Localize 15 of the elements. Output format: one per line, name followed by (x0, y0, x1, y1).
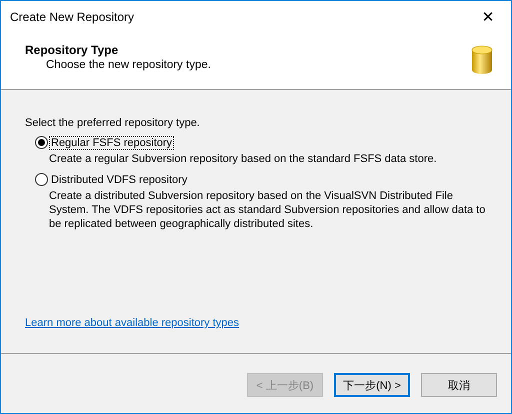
radio-button[interactable] (35, 136, 48, 149)
option-description: Create a distributed Subversion repository based on the VisualSVN Distributed File System. The VDFS repositories act as standard Subversion repositories and allow data to be replicated between geographically distributed sites. (49, 189, 486, 231)
radio-label[interactable]: Regular FSFS repository (50, 136, 174, 148)
close-button[interactable]: ✕ (465, 1, 511, 32)
page-subtitle: Choose the new repository type. (45, 59, 211, 71)
window-title: Create New Repository (10, 10, 134, 24)
learn-more-link[interactable]: Learn more about available repository types (25, 317, 491, 329)
prompt-text: Select the preferred repository type. (25, 117, 201, 129)
next-button[interactable]: 下一步(N) > (334, 373, 410, 397)
option-description: Create a regular Subversion repository based on the standard FSFS data store. (49, 152, 438, 166)
radio-label[interactable]: Distributed VDFS repository (50, 174, 188, 186)
cancel-button[interactable]: 取消 (421, 373, 497, 397)
page-title: Repository Type (25, 43, 120, 57)
radio-button[interactable] (35, 173, 48, 186)
database-icon (471, 45, 493, 75)
